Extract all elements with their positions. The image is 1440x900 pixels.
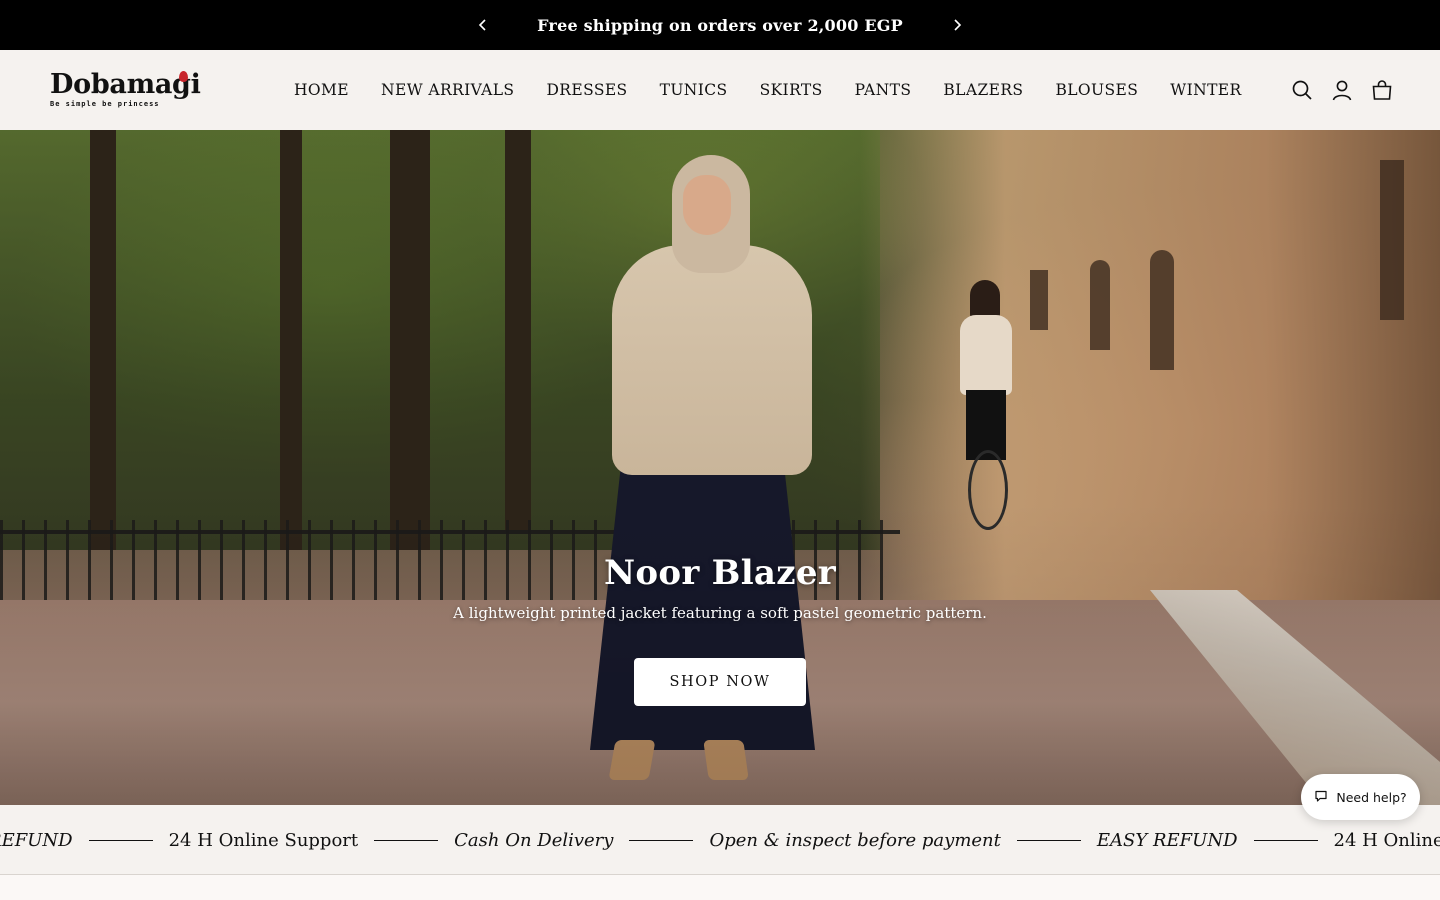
ticker-item: Cash On Delivery [454, 829, 614, 851]
search-icon[interactable] [1290, 78, 1314, 102]
nav-new-arrivals[interactable]: NEW ARRIVALS [365, 81, 530, 99]
hero-title: Noor Blazer [603, 553, 837, 593]
page-below-fold [0, 875, 1440, 900]
hero-content: Noor Blazer A lightweight printed jacket… [0, 550, 1440, 706]
ticker-track: EASY REFUND 24 H Online Support Cash On … [0, 805, 1440, 874]
logo-wordmark: Dobamagi [50, 69, 201, 100]
ticker-divider [374, 839, 439, 841]
nav-tunics[interactable]: TUNICS [644, 81, 744, 99]
nav-dresses[interactable]: DRESSES [530, 81, 643, 99]
header-actions [1290, 50, 1394, 130]
ticker-item: EASY REFUND [1096, 829, 1238, 851]
ticker-item: 24 H Online Support [1333, 829, 1440, 851]
ticker-divider [1253, 839, 1318, 841]
ticker-item: Open & inspect before payment [709, 829, 1001, 851]
ticker-item: EASY REFUND [0, 829, 73, 851]
benefits-ticker: EASY REFUND 24 H Online Support Cash On … [0, 805, 1440, 875]
ticker-divider [629, 839, 694, 841]
site-header: Dobamagi Be simple be princess HOME NEW … [0, 50, 1440, 130]
chevron-right-icon[interactable] [945, 13, 969, 37]
ticker-divider [1016, 839, 1081, 841]
chat-bubble-icon [1314, 788, 1328, 807]
nav-winter[interactable]: WINTER [1154, 81, 1257, 99]
cart-icon[interactable] [1370, 78, 1394, 102]
hero-subtitle: A lightweight printed jacket featuring a… [453, 604, 987, 622]
nav-blazers[interactable]: BLAZERS [927, 81, 1039, 99]
shop-now-button[interactable]: SHOP NOW [634, 658, 806, 706]
nav-home[interactable]: HOME [278, 81, 365, 99]
nav-blouses[interactable]: BLOUSES [1039, 81, 1154, 99]
hero-banner[interactable]: Noor Blazer A lightweight printed jacket… [0, 130, 1440, 805]
logo-tagline: Be simple be princess [50, 100, 160, 108]
need-help-label: Need help? [1336, 789, 1407, 805]
logo-drop-icon [179, 71, 188, 82]
need-help-button[interactable]: Need help? [1301, 774, 1420, 820]
announcement-text: Free shipping on orders over 2,000 EGP [537, 15, 903, 35]
nav-pants[interactable]: PANTS [839, 81, 928, 99]
logo[interactable]: Dobamagi Be simple be princess [50, 69, 201, 110]
account-icon[interactable] [1330, 78, 1354, 102]
main-nav: HOME NEW ARRIVALS DRESSES TUNICS SKIRTS … [278, 50, 1258, 130]
announcement-bar: Free shipping on orders over 2,000 EGP [0, 0, 1440, 50]
ticker-divider [88, 839, 153, 841]
nav-skirts[interactable]: SKIRTS [744, 81, 839, 99]
ticker-item: 24 H Online Support [168, 829, 359, 851]
chevron-left-icon[interactable] [471, 13, 495, 37]
